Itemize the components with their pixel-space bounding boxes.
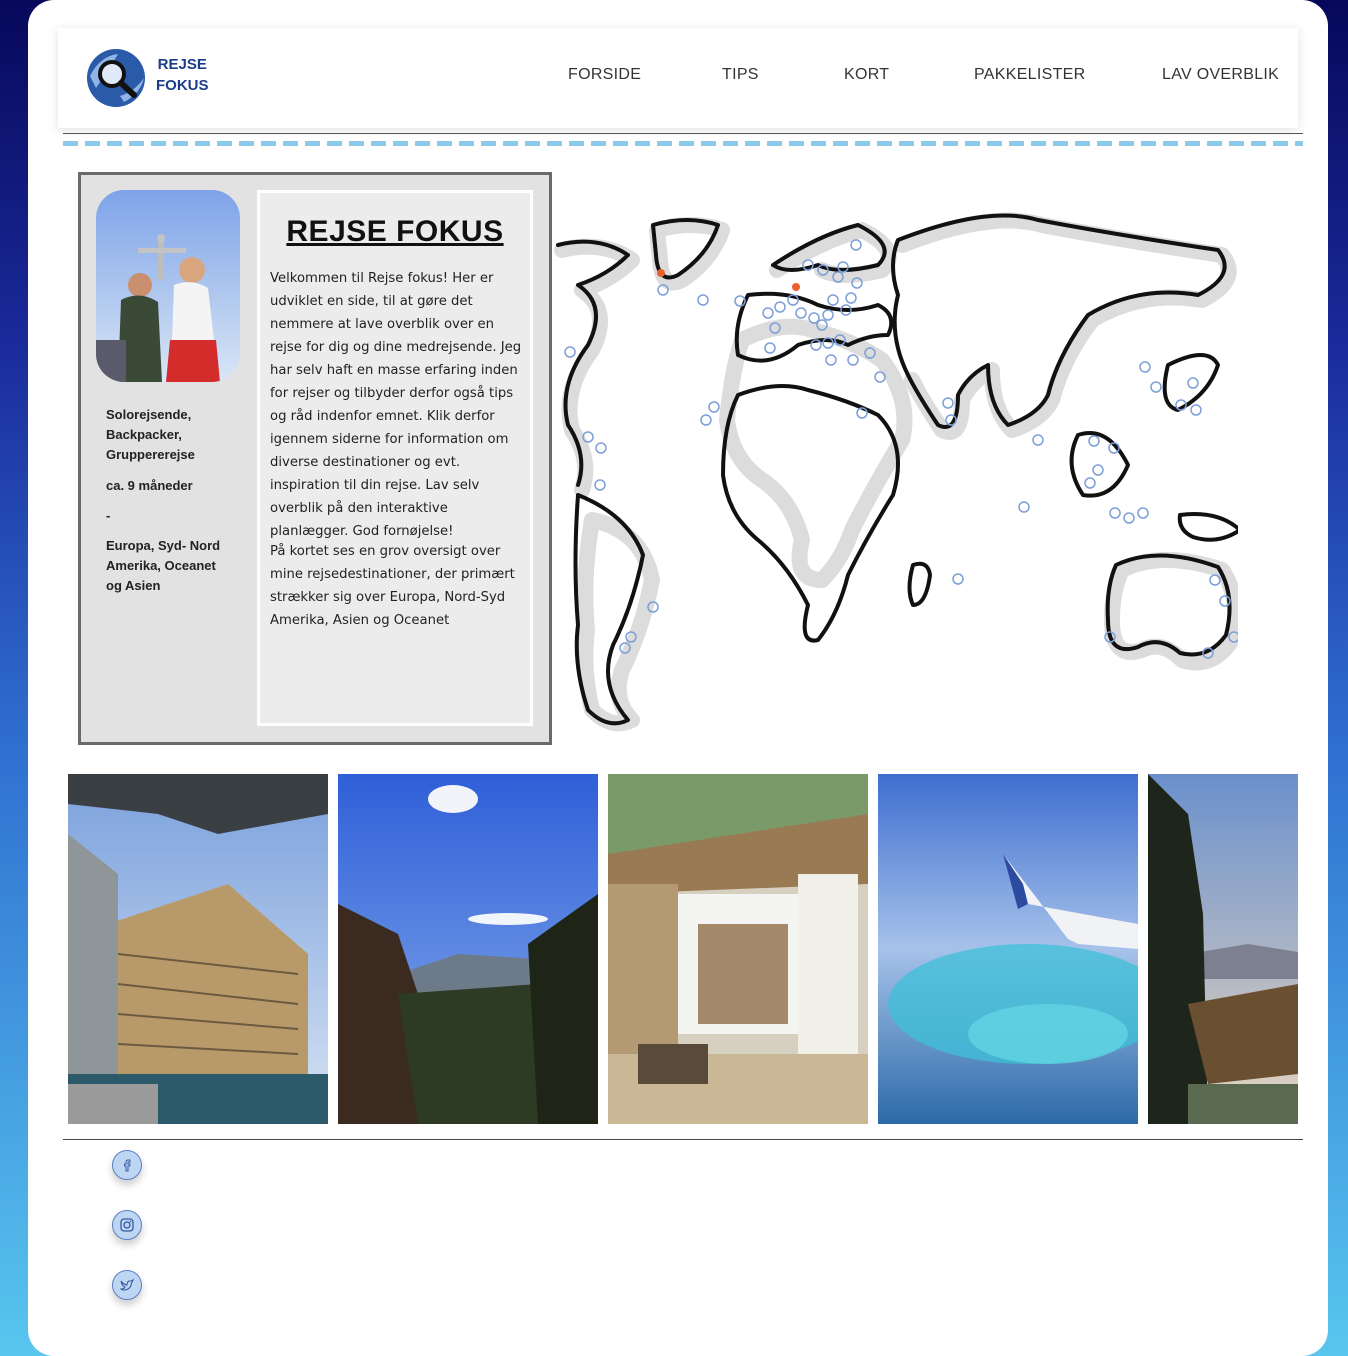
airplane-wing-photo[interactable] xyxy=(878,774,1138,1124)
travel-type-solo: Solorejsende, xyxy=(106,407,192,422)
beach-cabana-photo[interactable] xyxy=(608,774,868,1124)
brand-name[interactable]: REJSE FOKUS xyxy=(156,54,209,96)
intro-title: REJSE FOKUS xyxy=(286,215,504,248)
world-map[interactable] xyxy=(518,195,1238,740)
coastal-forest-photo[interactable] xyxy=(1148,774,1298,1124)
nav-tips[interactable]: TIPS xyxy=(722,66,759,84)
dashed-divider xyxy=(63,141,1303,146)
separator-dash: - xyxy=(106,508,111,523)
instagram-icon[interactable] xyxy=(112,1210,142,1240)
brand-line-1: REJSE xyxy=(157,56,207,73)
page: REJSE FOKUS FORSIDE TIPS KORT PAKKELISTE… xyxy=(28,0,1328,1356)
travel-type-backpacker: Backpacker, xyxy=(106,427,182,442)
logo-magnifier-icon[interactable] xyxy=(84,48,148,108)
profile-photo xyxy=(96,190,240,382)
mountain-valley-photo[interactable] xyxy=(338,774,598,1124)
nav-forside[interactable]: FORSIDE xyxy=(568,66,641,84)
travel-types: Solorejsende, Backpacker, Gruppererejse xyxy=(106,405,195,465)
hotel-pool-photo[interactable] xyxy=(68,774,328,1124)
nav-kort[interactable]: KORT xyxy=(844,66,889,84)
travel-duration: ca. 9 måneder xyxy=(106,478,193,493)
header-divider xyxy=(63,133,1303,134)
intro-map-text: På kortet ses en grov oversigt over mine… xyxy=(270,544,515,628)
twitter-icon[interactable] xyxy=(112,1270,142,1300)
intro-text-panel: REJSE FOKUS Velkommen til Rejse fokus! H… xyxy=(257,190,533,726)
intro-welcome-text: Velkommen til Rejse fokus! Her er udvikl… xyxy=(270,271,522,539)
intro-card: Solorejsende, Backpacker, Gruppererejse … xyxy=(78,172,552,745)
nav-lav-overblik[interactable]: LAV OVERBLIK xyxy=(1162,66,1279,84)
site-header: REJSE FOKUS FORSIDE TIPS KORT PAKKELISTE… xyxy=(58,28,1298,128)
region-line-3: og Asien xyxy=(106,578,161,593)
travel-type-group: Gruppererejse xyxy=(106,447,195,462)
facebook-icon[interactable] xyxy=(112,1150,142,1180)
footer-divider xyxy=(63,1139,1303,1140)
travel-regions: Europa, Syd- Nord Amerika, Oceanet og As… xyxy=(106,536,220,596)
region-line-1: Europa, Syd- Nord xyxy=(106,538,221,553)
brand-line-2: FOKUS xyxy=(156,77,209,94)
region-line-2: Amerika, Oceanet xyxy=(106,558,216,573)
nav-pakkelister[interactable]: PAKKELISTER xyxy=(974,66,1086,84)
